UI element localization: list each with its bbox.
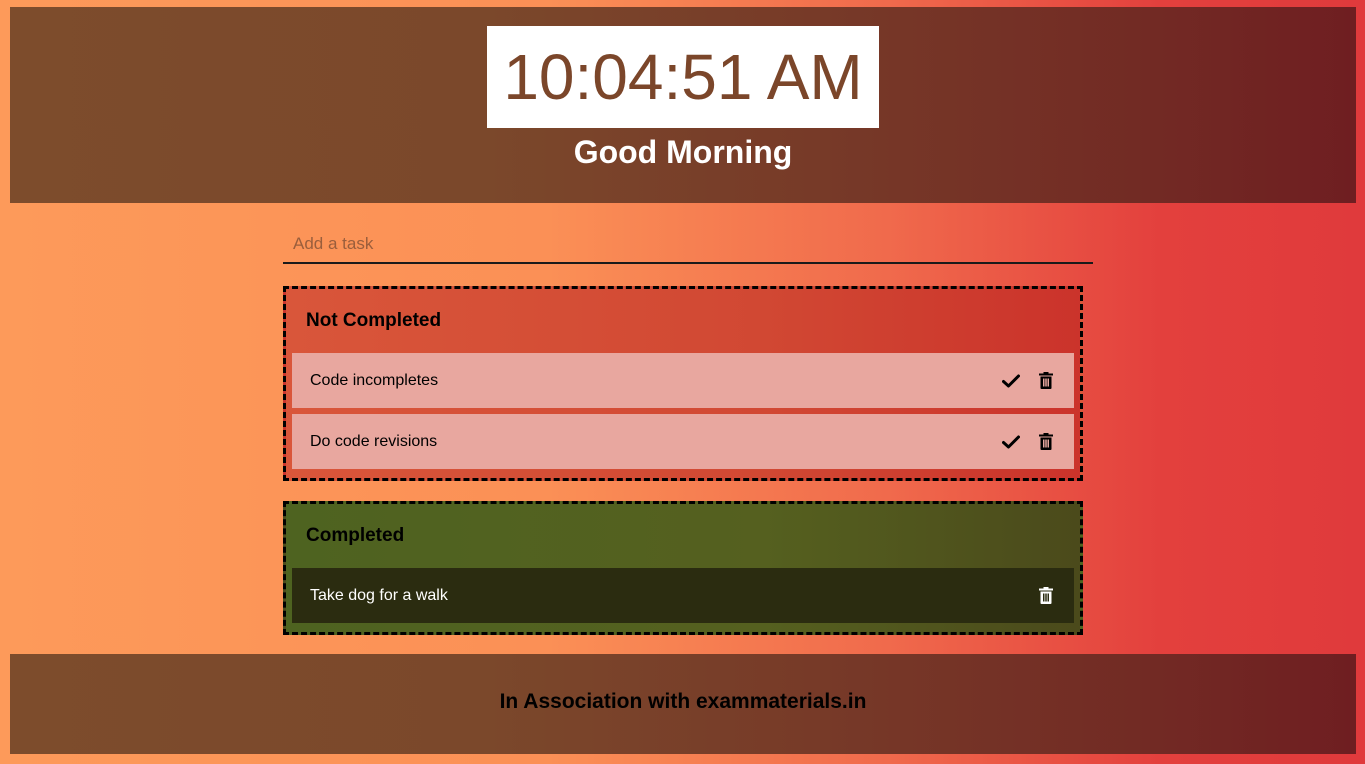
check-icon[interactable] xyxy=(1001,371,1021,391)
add-task-input[interactable] xyxy=(283,226,1093,264)
clock: 10:04:51 AM xyxy=(487,26,879,128)
task-item: Do code revisions xyxy=(292,414,1074,469)
completed-panel: Completed Take dog for a walk xyxy=(283,501,1083,635)
panel-title-not-completed: Not Completed xyxy=(306,310,442,331)
trash-icon[interactable] xyxy=(1036,586,1056,606)
trash-icon[interactable] xyxy=(1036,371,1056,391)
task-text: Do code revisions xyxy=(310,432,438,450)
task-item: Take dog for a walk xyxy=(292,568,1074,623)
panel-title-completed: Completed xyxy=(306,525,405,546)
trash-icon[interactable] xyxy=(1036,432,1056,452)
greeting: Good Morning xyxy=(573,134,793,170)
check-icon[interactable] xyxy=(1001,432,1021,452)
task-text: Take dog for a walk xyxy=(310,586,448,604)
task-text: Code incompletes xyxy=(310,371,439,389)
footer-text: In Association with exammaterials.in xyxy=(499,690,867,713)
task-item: Code incompletes xyxy=(292,353,1074,408)
not-completed-panel: Not Completed Code incompletes Do code r… xyxy=(283,286,1083,481)
header: 10:04:51 AM Good Morning xyxy=(10,7,1356,203)
footer: In Association with exammaterials.in xyxy=(10,654,1356,754)
